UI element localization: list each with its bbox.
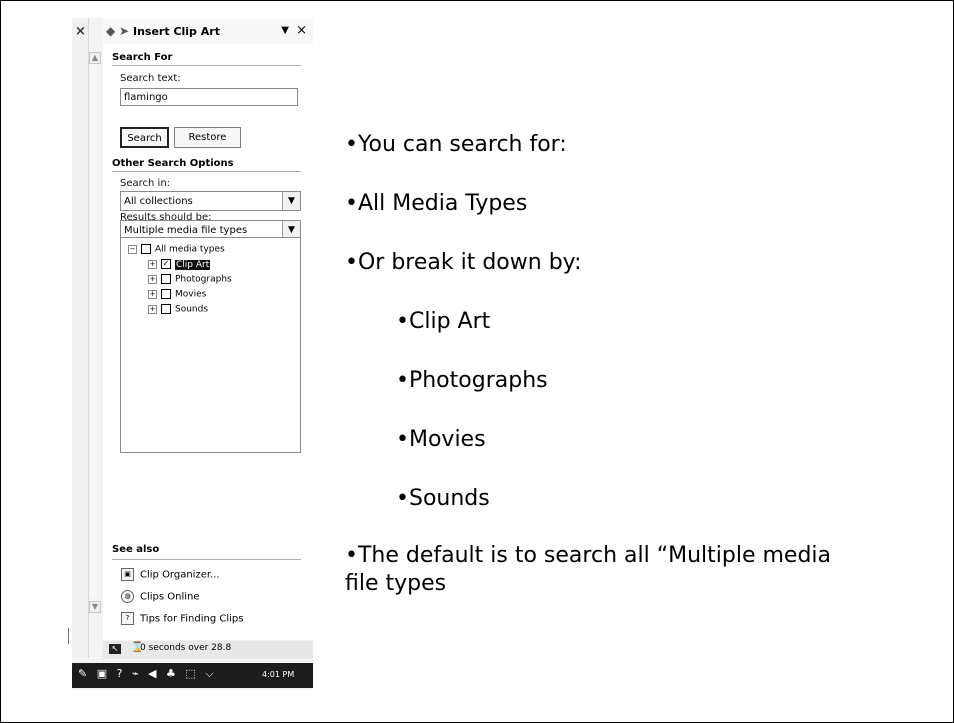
checkbox[interactable] [161,289,171,299]
scroll-up-arrow[interactable]: ▲ [89,52,101,64]
sub-bullet-movies: •Movies [396,427,486,452]
clip-organizer-icon: ▣ [121,568,134,581]
sub-bullet-clip-art: •Clip Art [396,309,491,334]
scroll-track[interactable] [90,65,98,598]
tree-item-all-media[interactable]: − All media types [128,244,225,255]
expand-icon[interactable]: + [148,259,157,269]
bullet-line-3: •Or break it down by: [345,250,582,275]
search-in-value: All collections [124,196,193,207]
window-edge-mark [68,628,77,644]
status-bar: ↖ ⌛ 0 seconds over 28.8 [103,641,313,659]
search-in-select[interactable]: All collections ▼ [120,191,301,211]
tree-label-selected: Clip Art [175,259,211,270]
tips-link[interactable]: ? Tips for Finding Clips [121,612,243,625]
checkbox[interactable] [161,274,171,284]
sub-bullet-sounds: •Sounds [396,486,490,511]
checkbox[interactable] [161,304,171,314]
search-for-divider [112,65,301,66]
other-search-options-heading: Other Search Options [112,158,234,169]
expand-icon[interactable]: + [148,289,157,299]
tree-item-sounds[interactable]: + Sounds [148,304,208,315]
search-text-label: Search text: [120,73,181,84]
search-text-input[interactable]: flamingo [120,88,298,106]
tree-label: Photographs [175,274,232,285]
back-forward-nav-icon[interactable]: ◆ ➤ [106,24,129,38]
search-button[interactable]: Search [120,127,169,148]
task-pane-title: Insert Clip Art [133,25,220,38]
clip-art-screenshot: × ▲ ▼ ◆ ➤ Insert Clip Art ▼ × Search For… [68,18,313,690]
checkbox[interactable] [141,244,151,254]
expand-icon[interactable]: + [148,304,157,314]
tree-item-photographs[interactable]: + Photographs [148,274,232,285]
bullet-line-2: •All Media Types [345,191,528,216]
tray-clock: 4:01 PM [262,670,295,679]
expand-icon[interactable]: + [148,274,157,284]
taskbar: ✎ ▣ ? ⌁ ◀ ♣ ⬚ ⌵ 4:01 PM [72,663,313,688]
see-also-divider [112,559,301,560]
restore-button[interactable]: Restore [174,127,241,148]
tree-item-movies[interactable]: + Movies [148,289,206,300]
sub-bullet-photographs: •Photographs [396,368,548,393]
clip-organizer-link[interactable]: ▣ Clip Organizer... [121,568,220,581]
clips-online-link[interactable]: ◍ Clips Online [121,590,200,603]
scroll-down-arrow[interactable]: ▼ [89,601,101,613]
task-pane-header: ◆ ➤ Insert Clip Art ▼ × [103,18,313,44]
task-pane-close-icon[interactable]: × [296,23,307,38]
tree-label: Movies [175,289,207,300]
media-type-tree[interactable]: − All media types + ✓ Clip Art + Photographs… [120,237,301,453]
help-icon: ? [121,612,134,625]
tree-label: All media types [155,244,225,255]
globe-icon: ◍ [121,590,134,603]
search-for-heading: Search For [112,52,173,63]
tree-label: Sounds [175,304,209,315]
system-tray-icons[interactable]: ✎ ▣ ? ⌁ ◀ ♣ ⬚ ⌵ [78,667,217,681]
checkbox-checked[interactable]: ✓ [161,259,171,269]
status-text: 0 seconds over 28.8 [140,643,232,653]
search-in-label: Search in: [120,178,171,189]
see-also-heading: See also [112,544,160,555]
other-options-divider [112,171,301,172]
collapse-icon[interactable]: − [128,244,137,254]
insert-clip-art-task-pane: ◆ ➤ Insert Clip Art ▼ × Search For Searc… [103,18,313,640]
window-edge: × ▲ ▼ [68,18,101,658]
close-icon[interactable]: × [75,24,86,39]
cursor-icon: ↖ [109,644,121,654]
bullet-line-1: •You can search for: [345,132,567,157]
tree-item-clip-art[interactable]: + ✓ Clip Art [148,259,211,270]
bullet-line-4: •The default is to search all “Multiple … [345,543,832,596]
chevron-down-icon[interactable]: ▼ [282,192,300,210]
results-value: Multiple media file types [124,225,248,236]
task-pane-menu-icon[interactable]: ▼ [281,25,289,36]
